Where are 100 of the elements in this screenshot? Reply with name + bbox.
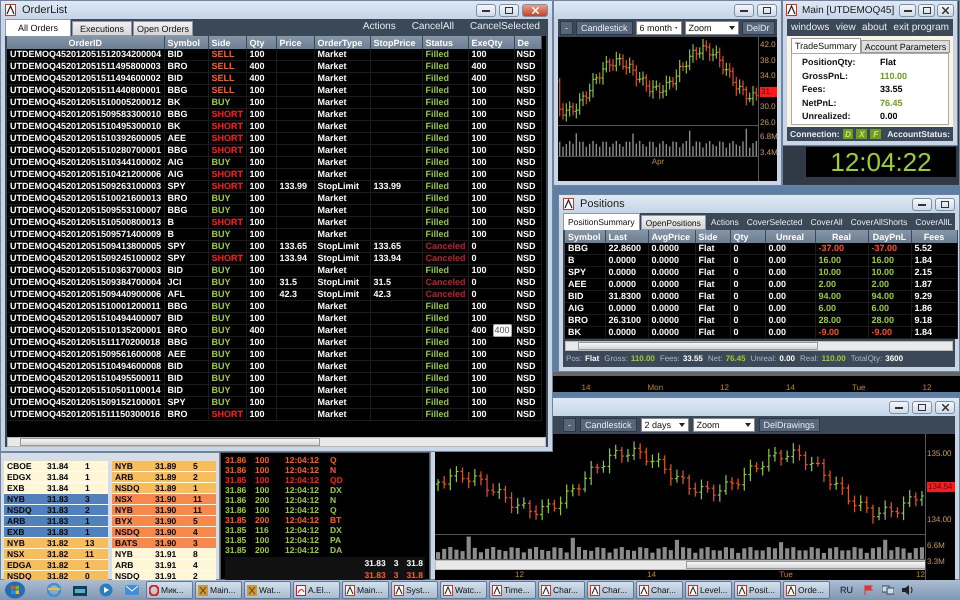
taskbar-button[interactable]: Orde... (783, 581, 830, 599)
column-header[interactable]: Side (695, 230, 730, 243)
minimize-button[interactable] (889, 400, 909, 414)
menu-item[interactable]: windows (791, 22, 830, 33)
maximize-button[interactable] (918, 4, 935, 16)
column-header[interactable]: OrderID (7, 36, 164, 49)
column-header[interactable]: OrderType (314, 36, 370, 49)
action-menu-item[interactable]: CoverSelected (746, 217, 803, 227)
table-cell: BUY (208, 360, 246, 372)
close-button[interactable] (937, 4, 954, 16)
tab[interactable]: Executions (72, 21, 132, 36)
tab[interactable]: Open Orders (133, 21, 193, 36)
column-header[interactable]: StopPrice (370, 36, 422, 49)
tab[interactable]: Account Parameters (860, 40, 950, 53)
action-menu-item[interactable]: CancelSelected (470, 21, 540, 32)
period-dropdown[interactable]: 2 days (640, 418, 689, 432)
table-cell: 1.84 (911, 254, 957, 266)
column-header[interactable]: Side (208, 36, 246, 49)
taskbar-button[interactable]: Syst... (391, 581, 438, 599)
action-menu-item[interactable]: CoverAllShorts (850, 217, 908, 227)
folder-icon[interactable] (73, 584, 87, 596)
column-header[interactable]: Last (605, 230, 648, 243)
taskbar-button[interactable]: Char... (538, 581, 585, 599)
close-button[interactable] (935, 400, 955, 414)
table-cell: Market (314, 372, 370, 384)
horizontal-scrollbar[interactable] (435, 560, 925, 570)
taskbar-button[interactable]: A.El... (293, 581, 340, 599)
start-button[interactable] (4, 581, 26, 599)
column-header[interactable]: Unreal (765, 230, 815, 243)
table-cell: 100 (472, 217, 487, 227)
table-cell: 100 (472, 409, 487, 419)
taskbar-button[interactable]: Main... (342, 581, 389, 599)
chart-toolbar-button[interactable]: DelDr (742, 21, 775, 35)
menu-item[interactable]: exit program (893, 22, 949, 33)
column-header[interactable]: Qty (246, 36, 276, 49)
tab[interactable]: OpenPositions (640, 215, 706, 230)
taskbar-button[interactable]: Time... (489, 581, 536, 599)
column-header[interactable]: Status (422, 36, 468, 49)
taskbar-button[interactable]: Watc... (440, 581, 487, 599)
column-header[interactable]: Symbol (565, 230, 605, 243)
column-header[interactable]: AvgPrice (648, 230, 695, 243)
table-cell: NSD (514, 168, 541, 180)
minimize-button[interactable] (912, 198, 932, 210)
taskbar-button[interactable]: Level... (685, 581, 732, 599)
speaker-icon[interactable] (902, 585, 914, 595)
taskbar-button[interactable]: Char... (587, 581, 634, 599)
size-text: 11 (193, 494, 203, 504)
column-header[interactable]: De (514, 36, 541, 49)
column-header[interactable]: Real (815, 230, 868, 243)
taskbar-button[interactable]: Wat... (244, 581, 291, 599)
chart-toolbar-button[interactable]: - (560, 21, 573, 35)
language-indicator[interactable]: RU (840, 585, 853, 595)
taskbar-button[interactable]: Posit... (734, 581, 781, 599)
tab[interactable]: All Orders (5, 19, 71, 36)
taskbar-button[interactable]: Char... (636, 581, 683, 599)
minimize-button[interactable] (476, 4, 496, 16)
tab[interactable]: TradeSummary (791, 38, 861, 53)
column-header[interactable]: ExeQty (468, 36, 514, 49)
action-menu-item[interactable]: Actions (362, 21, 396, 32)
column-header[interactable]: DayPnL (868, 230, 911, 243)
menu-item[interactable]: about (862, 22, 888, 33)
tab[interactable]: PositionSummary (563, 213, 640, 230)
trade-size: 100 (255, 535, 270, 545)
zoom-dropdown[interactable]: Zoom (692, 418, 755, 432)
chart-toolbar-button[interactable]: DelDrawings (758, 418, 820, 432)
column-header[interactable]: Fees (911, 230, 957, 243)
maximize-button[interactable] (499, 4, 519, 16)
table-cell: 100 (246, 396, 276, 408)
column-header[interactable]: Qty (730, 230, 765, 243)
period-dropdown[interactable]: 6 month (636, 21, 682, 35)
close-button[interactable] (522, 4, 548, 16)
minimize-button[interactable] (899, 4, 916, 16)
taskbar-button[interactable]: Мик... (146, 581, 193, 599)
table-cell: 0.00 (765, 243, 815, 254)
action-menu-item[interactable]: Actions (710, 217, 739, 227)
action-menu-item[interactable]: CoverAll (810, 217, 843, 227)
action-menu-item[interactable]: CancelAll (412, 21, 454, 32)
mail-icon[interactable] (125, 584, 139, 596)
taskbar-button[interactable]: Main... (195, 581, 242, 599)
table-cell: 94.00 (868, 290, 911, 302)
maximize-button[interactable] (912, 400, 932, 414)
column-header[interactable]: Symbol (164, 36, 208, 49)
table-cell: BUY (208, 288, 246, 300)
menu-item[interactable]: view (836, 22, 856, 33)
column-header[interactable]: Price (276, 36, 314, 49)
connection-indicator: X (856, 129, 868, 139)
action-menu-item[interactable]: CoverAllL (915, 217, 952, 227)
chart-toolbar-button[interactable]: Candlestick (576, 21, 633, 35)
horizontal-scrollbar[interactable] (565, 341, 953, 351)
maximize-button[interactable] (757, 4, 777, 16)
zoom-dropdown[interactable]: Zoom (684, 21, 739, 35)
trade-price: 31.85 (225, 545, 248, 555)
app-icon (688, 584, 698, 596)
chart-toolbar-button[interactable]: - (563, 418, 576, 432)
horizontal-scrollbar[interactable] (7, 437, 546, 447)
media-player-icon[interactable] (99, 583, 113, 597)
network-icon[interactable] (882, 585, 894, 595)
chart-toolbar-button[interactable]: Candlestick (580, 418, 637, 432)
maximize-button[interactable] (935, 198, 955, 210)
minimize-button[interactable] (734, 4, 754, 16)
